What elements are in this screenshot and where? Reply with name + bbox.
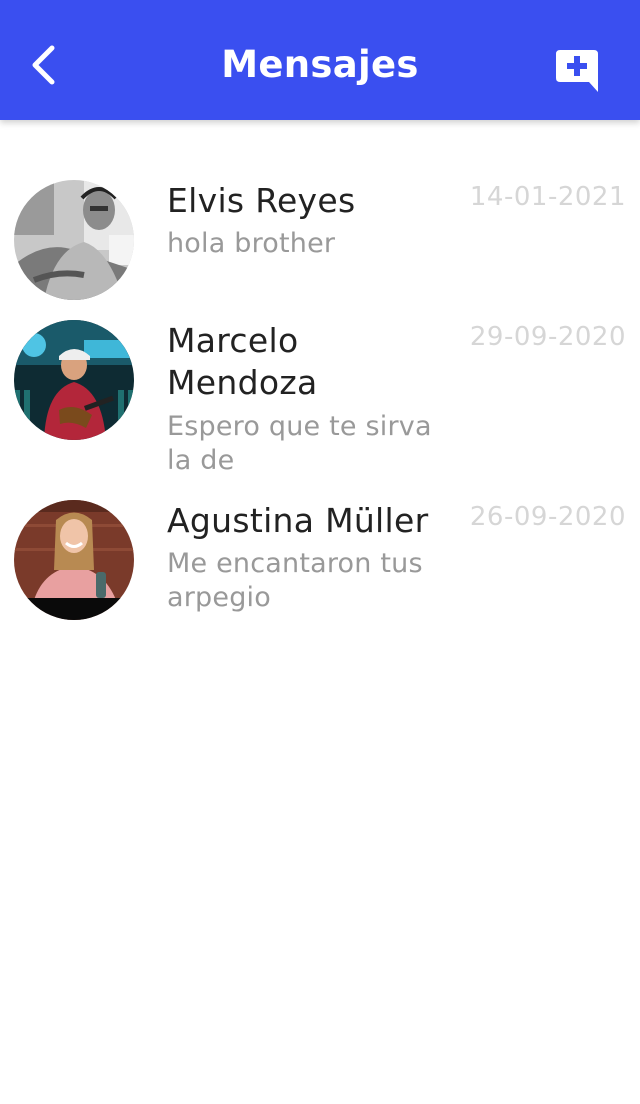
message-preview: Espero que te sirva la de [167, 411, 432, 476]
message-date: 26-09-2020 [469, 502, 626, 532]
message-preview: hola brother [167, 228, 336, 259]
avatar [14, 180, 134, 300]
contact-name: Elvis Reyes [167, 181, 356, 220]
message-preview: Me encantaron tus arpegio [167, 548, 423, 613]
conversation-row[interactable]: Marcelo Mendoza Espero que te sirva la d… [0, 320, 640, 480]
contact-name: Marcelo Mendoza [167, 321, 318, 402]
conversation-row[interactable]: Elvis Reyes hola brother 14-01-2021 [0, 180, 640, 300]
conversation-row[interactable]: Agustina Müller Me encantaron tus arpegi… [0, 500, 640, 620]
message-date: 14-01-2021 [469, 182, 626, 212]
message-date: 29-09-2020 [469, 322, 626, 352]
avatar [14, 500, 134, 620]
avatar [14, 320, 134, 440]
new-message-button[interactable] [550, 44, 606, 100]
contact-name: Agustina Müller [167, 501, 429, 540]
app-header: Mensajes [0, 0, 640, 120]
add-comment-icon [556, 50, 598, 92]
page-title: Mensajes [221, 43, 419, 86]
